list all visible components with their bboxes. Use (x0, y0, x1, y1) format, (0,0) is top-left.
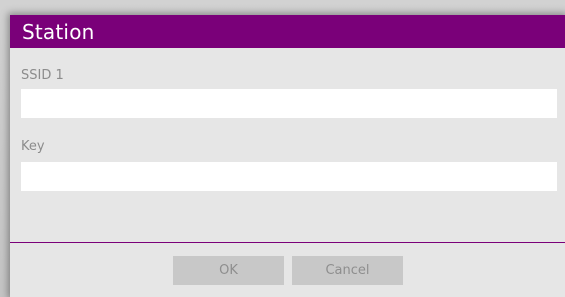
cancel-button[interactable]: Cancel (292, 256, 403, 285)
key-label: Key (21, 139, 45, 154)
ssid-label: SSID 1 (21, 68, 64, 83)
dialog-title: Station (22, 20, 95, 44)
ssid-input[interactable] (21, 89, 557, 118)
key-input[interactable] (21, 162, 557, 191)
station-dialog: Station SSID 1 Key OK Cancel (10, 15, 565, 297)
ok-button[interactable]: OK (173, 256, 284, 285)
footer-divider (10, 242, 565, 243)
dialog-title-bar: Station (10, 15, 565, 48)
